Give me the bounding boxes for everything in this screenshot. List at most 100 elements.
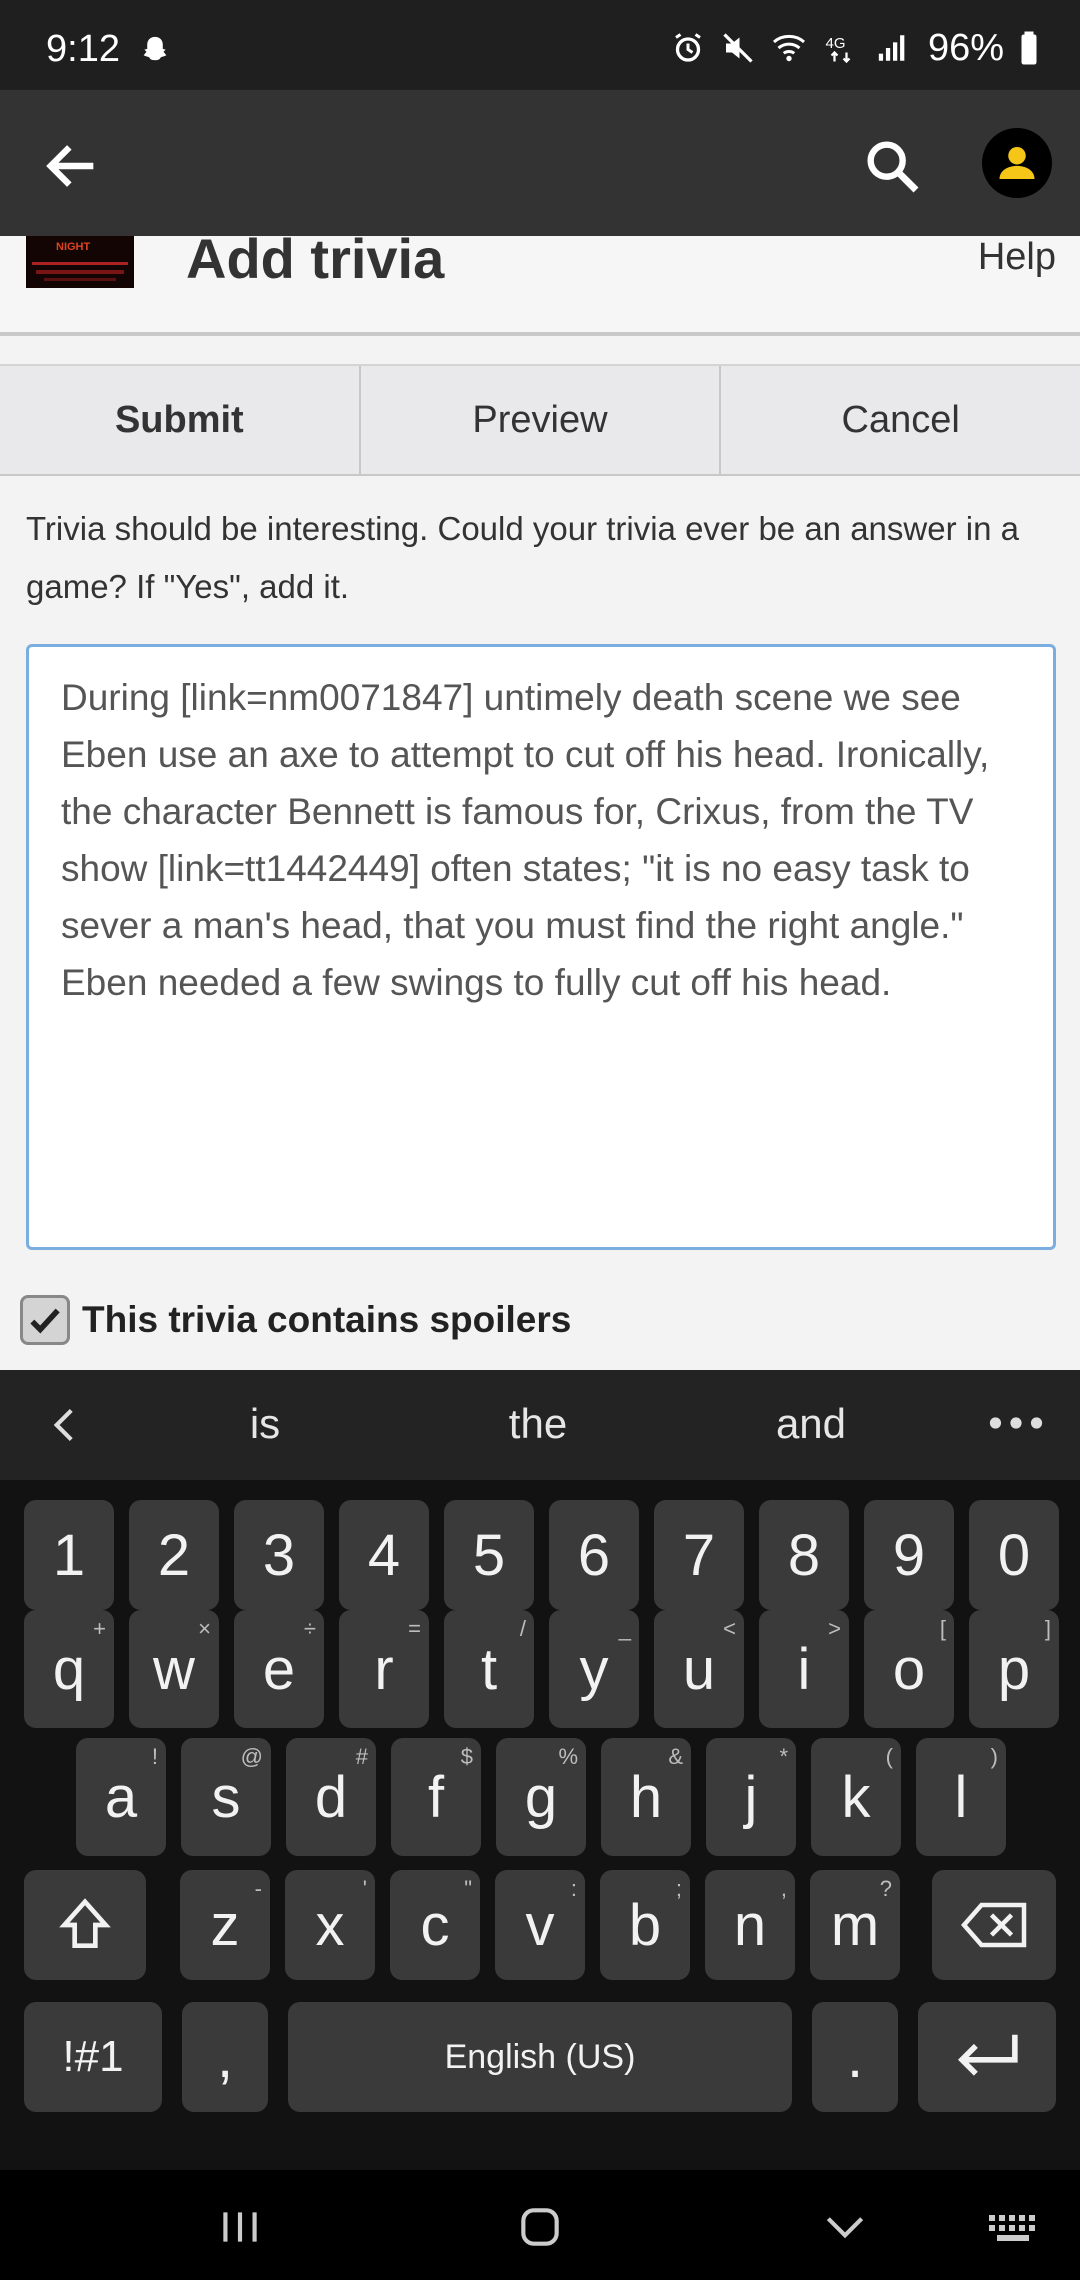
key-p[interactable]: p] bbox=[969, 1610, 1059, 1728]
search-icon[interactable] bbox=[860, 134, 924, 198]
key-v-label: v bbox=[525, 1892, 555, 1958]
key-z[interactable]: z- bbox=[180, 1870, 270, 1980]
alarm-icon bbox=[675, 33, 701, 62]
spoiler-option[interactable]: This trivia contains spoilers bbox=[20, 1292, 571, 1348]
navigation-bar bbox=[0, 2170, 1080, 2280]
keyboard-icon[interactable] bbox=[985, 2202, 1045, 2252]
key-w[interactable]: w × bbox=[129, 1610, 219, 1728]
recent-apps-icon[interactable] bbox=[215, 2202, 265, 2252]
hide-keyboard-icon[interactable] bbox=[820, 2202, 870, 2252]
key-r-hint: = bbox=[408, 1616, 421, 1641]
page-title: Add trivia bbox=[186, 227, 445, 290]
key-n[interactable]: n, bbox=[705, 1870, 795, 1980]
key-j-hint: * bbox=[779, 1744, 788, 1769]
key-c[interactable]: c " bbox=[390, 1870, 480, 1980]
key-2[interactable]: 2 bbox=[129, 1500, 219, 1610]
key-f-hint: $ bbox=[460, 1744, 473, 1769]
home-icon[interactable] bbox=[515, 2202, 565, 2252]
account-button[interactable] bbox=[982, 128, 1052, 198]
trivia-textarea[interactable] bbox=[26, 644, 1056, 1250]
backspace-key[interactable] bbox=[932, 1870, 1056, 1980]
key-m[interactable]: m? bbox=[810, 1870, 900, 1980]
key-f[interactable]: f $ bbox=[391, 1738, 481, 1856]
suggestion-1[interactable]: is bbox=[165, 1400, 365, 1448]
key-c-hint: " bbox=[464, 1876, 472, 1901]
key-4[interactable]: 4 bbox=[339, 1500, 429, 1610]
key-q-label: q bbox=[52, 1636, 86, 1702]
shift-key[interactable] bbox=[24, 1870, 146, 1980]
space-key[interactable]: English (US) bbox=[288, 2002, 792, 2112]
cancel-button[interactable]: Cancel bbox=[721, 366, 1080, 474]
key-y-hint: _ bbox=[618, 1616, 631, 1641]
person-icon bbox=[999, 146, 1035, 180]
key-x[interactable]: x ' bbox=[285, 1870, 375, 1980]
key-b-label: b bbox=[628, 1892, 662, 1958]
symbols-key[interactable]: !#1 bbox=[24, 2002, 162, 2112]
suggestion-2[interactable]: the bbox=[438, 1400, 638, 1448]
key-o[interactable]: o[ bbox=[864, 1610, 954, 1728]
key-9-label: 9 bbox=[892, 1522, 926, 1588]
key-a[interactable]: a! bbox=[76, 1738, 166, 1856]
key-i[interactable]: i > bbox=[759, 1610, 849, 1728]
suggestion-bar: is the and bbox=[0, 1370, 1080, 1480]
key-j[interactable]: j * bbox=[706, 1738, 796, 1856]
key-t-label: t bbox=[480, 1636, 498, 1702]
period-key[interactable]: . bbox=[812, 2002, 898, 2112]
key-6[interactable]: 6 bbox=[549, 1500, 639, 1610]
key-b-hint: ; bbox=[675, 1876, 682, 1901]
key-5-label: 5 bbox=[472, 1522, 506, 1588]
key-r-label: r bbox=[374, 1636, 394, 1702]
submit-button[interactable]: Submit bbox=[0, 366, 361, 474]
key-9[interactable]: 9 bbox=[864, 1500, 954, 1610]
wifi-icon bbox=[772, 34, 805, 62]
battery-icon bbox=[1021, 31, 1037, 65]
key-5[interactable]: 5 bbox=[444, 1500, 534, 1610]
backspace-icon bbox=[961, 1902, 1027, 1948]
key-0[interactable]: 0 bbox=[969, 1500, 1059, 1610]
suggestion-3[interactable]: and bbox=[711, 1400, 911, 1448]
key-3[interactable]: 3 bbox=[234, 1500, 324, 1610]
key-v[interactable]: v: bbox=[495, 1870, 585, 1980]
enter-key[interactable] bbox=[918, 2002, 1056, 2112]
key-c-label: c bbox=[420, 1892, 450, 1958]
arrow-left-icon[interactable] bbox=[40, 134, 104, 198]
svg-text:4G: 4G bbox=[825, 35, 845, 52]
key-n-hint: , bbox=[780, 1876, 787, 1901]
key-r[interactable]: r = bbox=[339, 1610, 429, 1728]
key-z-label: z bbox=[210, 1892, 240, 1958]
key-t[interactable]: t / bbox=[444, 1610, 534, 1728]
key-l[interactable]: l) bbox=[916, 1738, 1006, 1856]
enter-icon bbox=[957, 2034, 1018, 2076]
key-y[interactable]: y _ bbox=[549, 1610, 639, 1728]
preview-button[interactable]: Preview bbox=[361, 366, 722, 474]
key-h[interactable]: h & bbox=[601, 1738, 691, 1856]
key-e[interactable]: e ÷ bbox=[234, 1610, 324, 1728]
key-j-label: j bbox=[744, 1764, 758, 1830]
key-a-label: a bbox=[104, 1764, 138, 1830]
key-u[interactable]: u < bbox=[654, 1610, 744, 1728]
more-options-icon[interactable] bbox=[988, 1408, 1044, 1438]
key-t-hint: / bbox=[519, 1616, 526, 1641]
key-l-label: l bbox=[954, 1764, 968, 1830]
key-f-label: f bbox=[427, 1764, 445, 1830]
shift-icon bbox=[59, 1898, 111, 1948]
chevron-left-icon[interactable] bbox=[40, 1398, 90, 1452]
comma-key[interactable]: , bbox=[182, 2002, 268, 2112]
title-thumbnail[interactable]: NIGHT bbox=[26, 236, 134, 288]
key-s[interactable]: s @ bbox=[181, 1738, 271, 1856]
key-k-label: k bbox=[841, 1764, 871, 1830]
key-7[interactable]: 7 bbox=[654, 1500, 744, 1610]
spoiler-checkbox[interactable] bbox=[20, 1295, 70, 1345]
key-d[interactable]: d # bbox=[286, 1738, 376, 1856]
key-1[interactable]: 1 bbox=[24, 1500, 114, 1610]
key-8[interactable]: 8 bbox=[759, 1500, 849, 1610]
network-4g-icon: 4G bbox=[825, 35, 851, 64]
help-link[interactable]: Help bbox=[978, 236, 1056, 279]
key-d-hint: # bbox=[355, 1744, 368, 1769]
key-k[interactable]: k( bbox=[811, 1738, 901, 1856]
trivia-guidelines: Trivia should be interesting. Could your… bbox=[26, 510, 1019, 605]
key-b[interactable]: b; bbox=[600, 1870, 690, 1980]
key-q[interactable]: q + bbox=[24, 1610, 114, 1728]
key-g[interactable]: g% bbox=[496, 1738, 586, 1856]
svg-text:NIGHT: NIGHT bbox=[56, 241, 91, 253]
